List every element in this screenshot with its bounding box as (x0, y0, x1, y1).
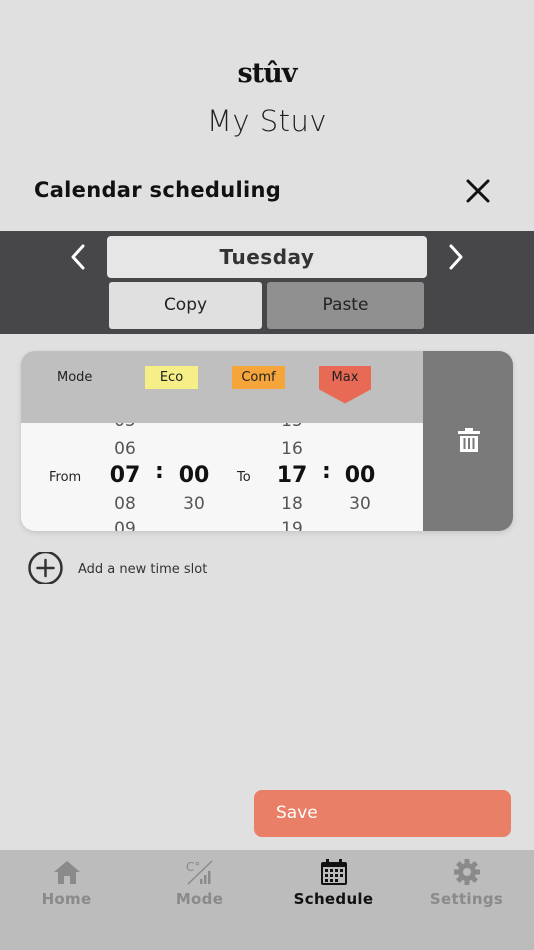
save-button[interactable]: Save (254, 790, 511, 837)
chevron-left-icon[interactable] (64, 242, 94, 272)
tab-settings-label: Settings (429, 890, 504, 908)
tab-home-label: Home (41, 890, 92, 908)
from-hour-prev2[interactable]: 05 (105, 423, 145, 431)
from-hour-next2[interactable]: 09 (105, 519, 145, 531)
temperature-icon-text: C° (186, 860, 200, 874)
copy-button[interactable]: Copy (109, 282, 262, 329)
app-title: My Stuv (206, 104, 328, 138)
mode-max-button[interactable]: Max (319, 366, 371, 404)
page-title: Calendar scheduling (34, 178, 282, 202)
to-label: To (237, 470, 251, 485)
mode-eco-button[interactable]: Eco (145, 366, 198, 389)
to-hour[interactable]: 17 (272, 463, 312, 488)
calendar-icon (320, 859, 347, 885)
to-minute[interactable]: 00 (340, 463, 380, 488)
from-label: From (49, 470, 82, 485)
mode-row: Mode Eco Comf Max (21, 351, 423, 423)
brand-logo: stûv (237, 58, 298, 89)
from-hour[interactable]: 07 (105, 463, 145, 488)
to-colon: : (322, 459, 331, 484)
day-name: Tuesday (107, 236, 427, 278)
mode-label: Mode (57, 370, 93, 385)
tab-bar: Home C° Mode Schedule Settings (0, 850, 534, 950)
to-hour-prev[interactable]: 16 (272, 439, 312, 459)
delete-slot-button[interactable] (423, 351, 513, 531)
to-hour-next[interactable]: 18 (272, 494, 312, 514)
trash-icon (458, 428, 480, 452)
mode-comf-button[interactable]: Comf (232, 366, 285, 389)
tab-schedule[interactable]: Schedule (267, 858, 400, 918)
paste-button[interactable]: Paste (267, 282, 424, 329)
gear-icon (453, 859, 480, 885)
tab-settings[interactable]: Settings (400, 858, 533, 918)
tab-schedule-label: Schedule (293, 890, 374, 908)
from-minute-next[interactable]: 30 (174, 494, 214, 514)
to-minute-next[interactable]: 30 (340, 494, 380, 514)
tab-home[interactable]: Home (0, 858, 133, 918)
from-minute[interactable]: 00 (174, 463, 214, 488)
temperature-mode-icon: C° (186, 860, 213, 885)
time-picker[interactable]: 05 06 07 08 09 From : 00 30 To 15 16 17 … (21, 423, 423, 531)
day-selector-bar: Tuesday Copy Paste (0, 231, 534, 334)
home-icon (53, 861, 80, 884)
add-circle-icon[interactable] (27, 552, 64, 584)
to-hour-prev2[interactable]: 15 (272, 423, 312, 431)
from-hour-prev[interactable]: 06 (105, 439, 145, 459)
close-icon[interactable] (463, 176, 493, 206)
from-hour-next[interactable]: 08 (105, 494, 145, 514)
time-slot-card: Mode Eco Comf Max 05 06 07 08 09 From : … (21, 351, 513, 531)
tab-mode-label: Mode (175, 890, 224, 908)
tab-mode[interactable]: C° Mode (133, 858, 266, 918)
from-colon: : (155, 459, 164, 484)
to-hour-next2[interactable]: 19 (272, 519, 312, 531)
add-time-slot-label: Add a new time slot (78, 562, 208, 577)
chevron-right-icon[interactable] (440, 242, 470, 272)
